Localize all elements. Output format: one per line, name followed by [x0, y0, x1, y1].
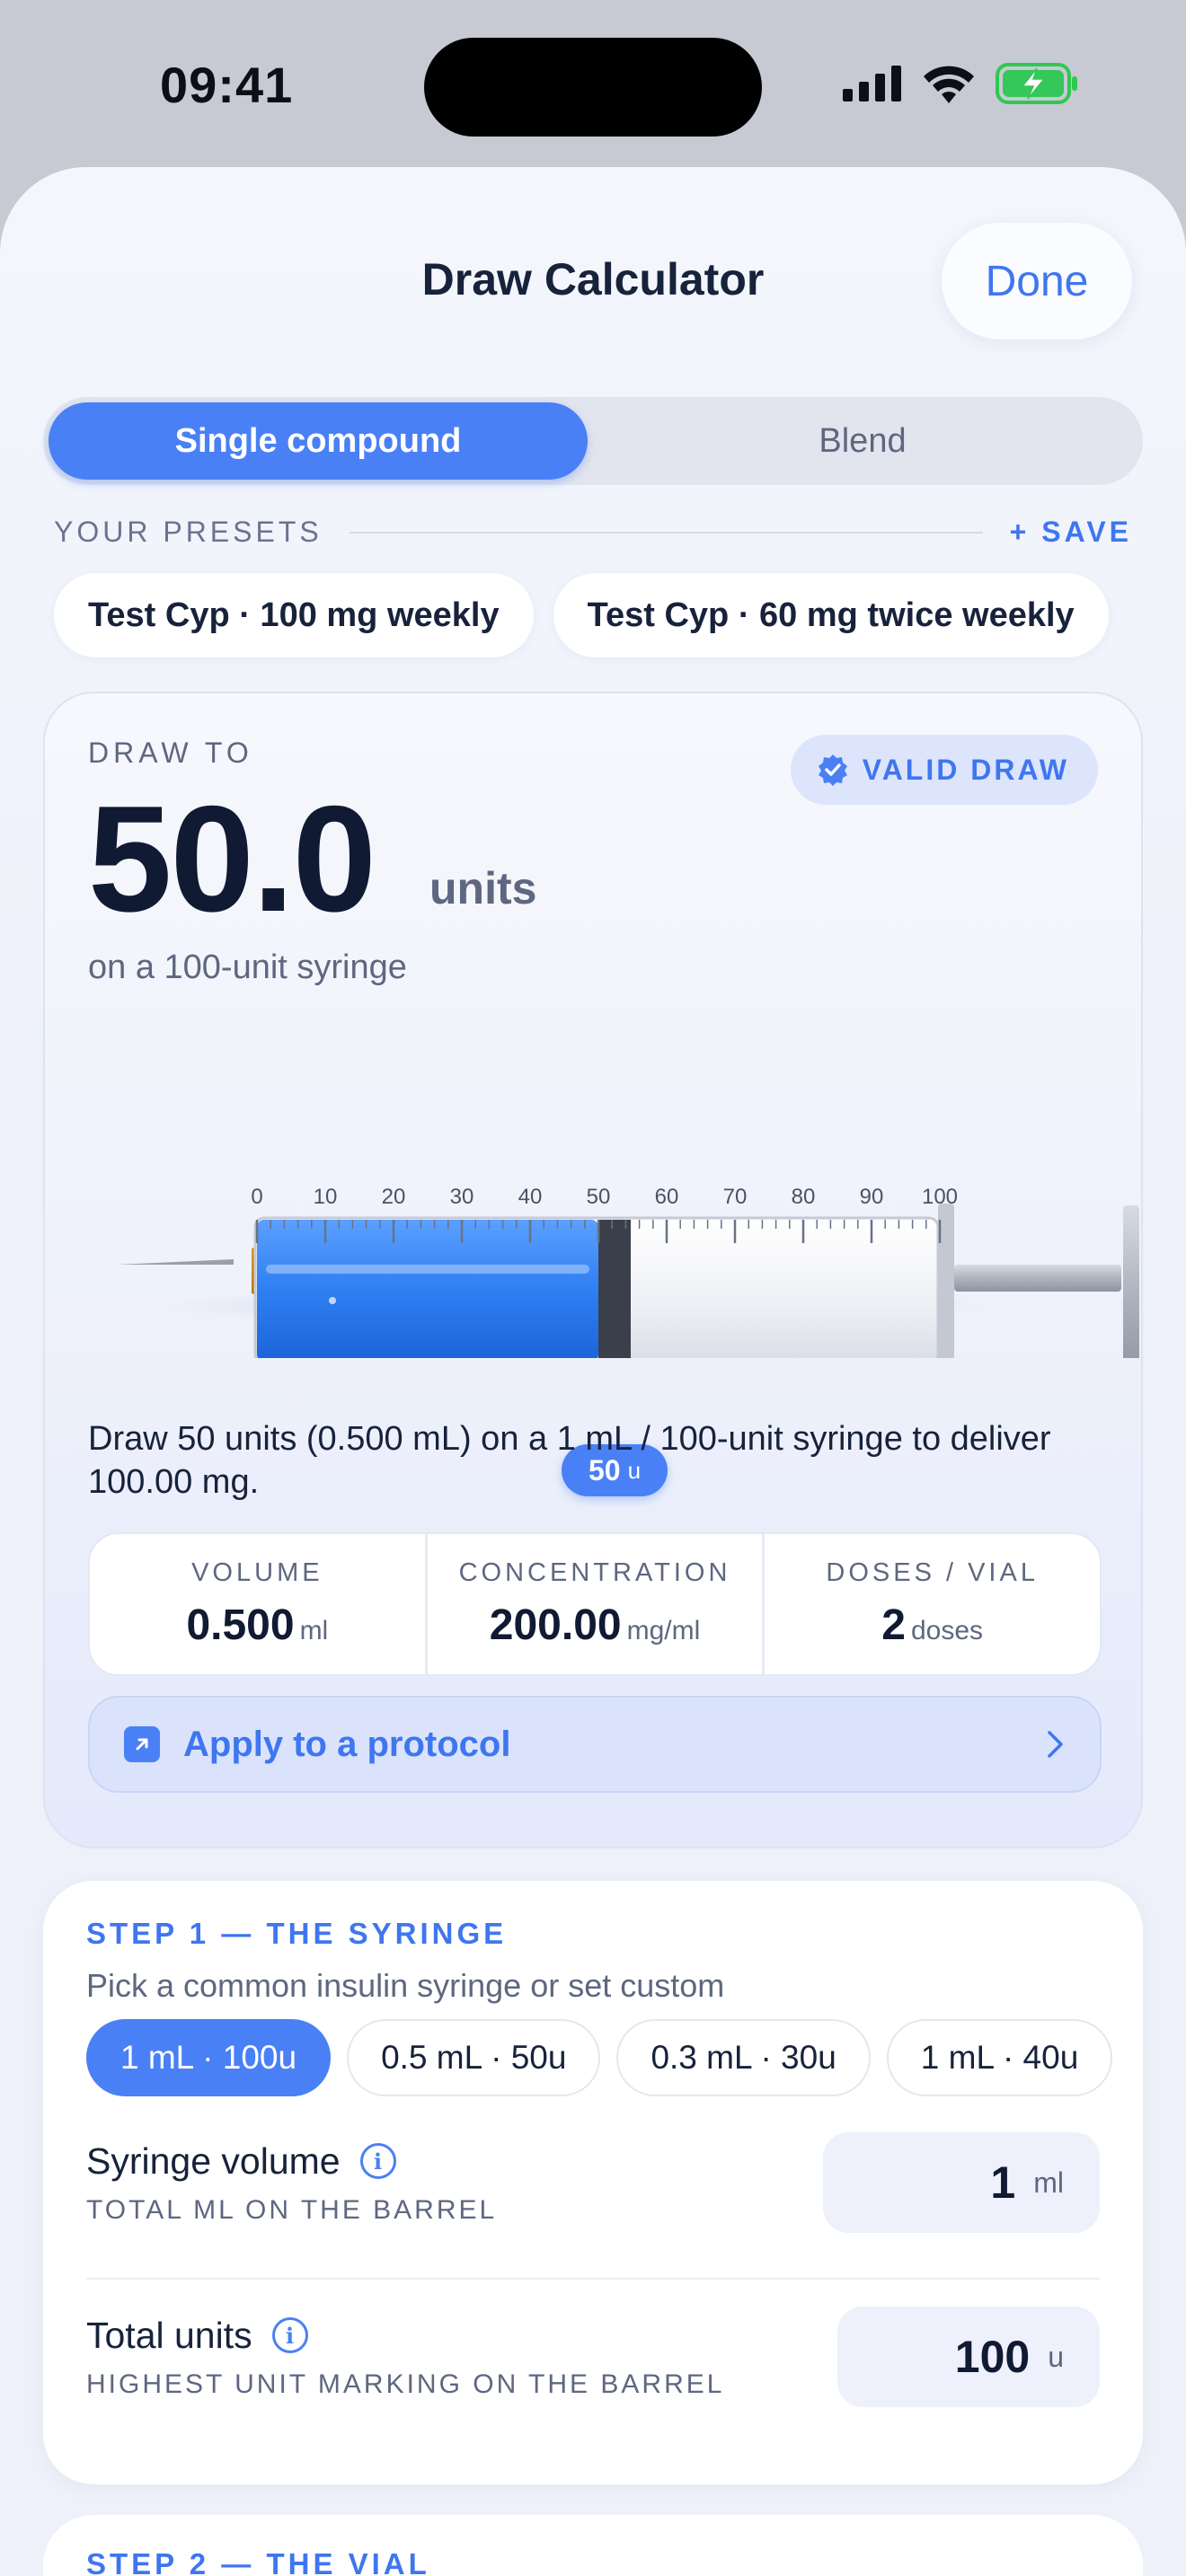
arrow-up-right-icon — [124, 1726, 160, 1762]
total-units-label: Total units — [86, 2314, 252, 2356]
apply-to-protocol-label: Apply to a protocol — [183, 1724, 511, 1764]
syringe-type-chips: 1 mL · 100u 0.5 mL · 50u 0.3 mL · 30u 1 … — [86, 2019, 1113, 2096]
syringe-option-chip[interactable]: 0.5 mL · 50u — [347, 2019, 601, 2096]
done-button[interactable]: Done — [942, 223, 1132, 340]
step1-subtitle: Pick a common insulin syringe or set cus… — [86, 1967, 725, 2004]
stat-value: 2 — [881, 1601, 906, 1649]
stat-value-row: 0.500 ml — [186, 1601, 328, 1650]
scale-tick-label: 30 — [450, 1185, 474, 1209]
plunger-thumb-rest — [1123, 1205, 1139, 1358]
segment-blend[interactable]: Blend — [588, 402, 1137, 480]
plunger-stopper — [598, 1220, 631, 1358]
syringe-volume-unit: ml — [1033, 2166, 1064, 2199]
syringe-option-chip[interactable]: 1 mL · 100u — [86, 2019, 332, 2096]
save-preset-button[interactable]: + SAVE — [1010, 516, 1132, 549]
syringe-volume-label-row: Syringe volume i — [86, 2140, 823, 2183]
step2-title: STEP 2 — THE VIAL — [86, 2547, 430, 2576]
stat-label: VOLUME — [191, 1558, 323, 1587]
syringe-volume-text: Syringe volume i TOTAL ML ON THE BARREL — [86, 2140, 823, 2226]
status-bar: 09:41 — [0, 0, 1186, 167]
draw-units-value: 50.0 — [88, 774, 376, 943]
syringe-liquid — [257, 1220, 598, 1358]
scale-tick-label: 40 — [518, 1185, 543, 1209]
stat-unit: doses — [911, 1616, 984, 1645]
scale-tick-label: 10 — [314, 1185, 338, 1209]
valid-draw-badge: VALID DRAW — [790, 735, 1098, 805]
scale-tick-label: 100 — [922, 1185, 958, 1209]
total-units-input[interactable]: 100 u — [837, 2307, 1100, 2407]
total-units-unit: u — [1048, 2340, 1064, 2373]
plunger-rod — [954, 1265, 1121, 1292]
syringe-illustration: 0 10 20 30 40 50 60 70 80 90 100 — [117, 1185, 1139, 1358]
info-icon[interactable]: i — [271, 2317, 308, 2353]
syringe-volume-field: Syringe volume i TOTAL ML ON THE BARREL … — [86, 2132, 1100, 2233]
apply-to-protocol-button[interactable]: Apply to a protocol — [88, 1696, 1102, 1793]
stat-label: DOSES / VIAL — [826, 1558, 1039, 1587]
stat-unit: mg/ml — [626, 1616, 701, 1645]
stat-value: 200.00 — [489, 1601, 622, 1649]
presets-list: Test Cyp · 100 mg weekly Test Cyp · 60 m… — [54, 573, 1109, 657]
stat-value-row: 2 doses — [881, 1601, 983, 1650]
total-units-value: 100 — [954, 2332, 1031, 2382]
stat-concentration: CONCENTRATION 200.00 mg/ml — [424, 1534, 763, 1674]
field-divider — [86, 2278, 1100, 2280]
syringe-option-chip[interactable]: 0.3 mL · 30u — [616, 2019, 871, 2096]
chevron-right-icon — [1048, 1731, 1063, 1758]
scale-tick-label: 70 — [723, 1185, 748, 1209]
presets-header: YOUR PRESETS + SAVE — [54, 516, 1132, 549]
syringe-caption: on a 100-unit syringe — [88, 948, 407, 986]
total-units-label-row: Total units i — [86, 2315, 837, 2357]
draw-units-unit: units — [429, 863, 537, 913]
syringe-volume-label: Syringe volume — [86, 2139, 341, 2182]
scale-tick-label: 80 — [792, 1185, 816, 1209]
syringe-volume-input[interactable]: 1 ml — [823, 2132, 1100, 2233]
valid-draw-text: VALID DRAW — [862, 753, 1069, 786]
presets-divider — [349, 531, 983, 534]
stat-value: 0.500 — [186, 1601, 295, 1649]
stat-unit: ml — [299, 1616, 329, 1645]
draw-to-label: DRAW TO — [88, 737, 253, 769]
cellular-signal-icon — [843, 66, 901, 101]
draw-result-card: DRAW TO VALID DRAW 50.0 units on a 100-u… — [43, 692, 1143, 1848]
draw-explanation: Draw 50 units (0.500 mL) on a 1 mL / 100… — [88, 1420, 1051, 1501]
segment-single-compound[interactable]: Single compound — [49, 402, 588, 480]
battery-charging-icon — [996, 63, 1077, 104]
total-units-field: Total units i HIGHEST UNIT MARKING ON TH… — [86, 2307, 1100, 2407]
syringe-needle — [117, 1259, 234, 1265]
total-units-caption: HIGHEST UNIT MARKING ON THE BARREL — [86, 2369, 725, 2399]
status-time: 09:41 — [160, 57, 294, 113]
mode-segmented-control: Single compound Blend — [43, 397, 1143, 485]
preset-chip[interactable]: Test Cyp · 100 mg weekly — [54, 573, 534, 657]
stat-doses-per-vial: DOSES / VIAL 2 doses — [762, 1534, 1100, 1674]
scale-tick-label: 20 — [382, 1185, 406, 1209]
stat-volume: VOLUME 0.500 ml — [90, 1534, 425, 1674]
presets-label: YOUR PRESETS — [54, 516, 323, 548]
total-units-text: Total units i HIGHEST UNIT MARKING ON TH… — [86, 2315, 837, 2400]
stat-value-row: 200.00 mg/ml — [490, 1601, 700, 1650]
preset-chip[interactable]: Test Cyp · 60 mg twice weekly — [553, 573, 1109, 657]
dynamic-island — [424, 38, 762, 137]
wifi-icon — [924, 66, 974, 103]
status-icons — [843, 63, 1078, 104]
draw-calculator-sheet: Draw Calculator Done Single compound Ble… — [0, 167, 1186, 2576]
step2-vial-card: STEP 2 — THE VIAL — [43, 2515, 1143, 2576]
step1-title: STEP 1 — THE SYRINGE — [86, 1917, 508, 1950]
scale-tick-label: 60 — [655, 1185, 679, 1209]
syringe-option-chip[interactable]: 1 mL · 40u — [886, 2019, 1113, 2096]
liquid-highlight — [266, 1265, 589, 1274]
stat-label: CONCENTRATION — [458, 1558, 731, 1587]
scale-tick-label: 50 — [587, 1185, 611, 1209]
info-icon[interactable]: i — [359, 2143, 396, 2179]
syringe-volume-value: 1 — [990, 2157, 1016, 2208]
stats-row: VOLUME 0.500 ml CONCENTRATION 200.00 mg/ml… — [88, 1532, 1102, 1676]
verified-check-icon — [818, 754, 847, 786]
scale-tick-label: 90 — [860, 1185, 884, 1209]
syringe-volume-caption: TOTAL ML ON THE BARREL — [86, 2194, 498, 2225]
scale-tick-label: 0 — [251, 1185, 262, 1209]
step1-syringe-card: STEP 1 — THE SYRINGE Pick a common insul… — [43, 1881, 1143, 2484]
air-bubble — [329, 1297, 336, 1304]
